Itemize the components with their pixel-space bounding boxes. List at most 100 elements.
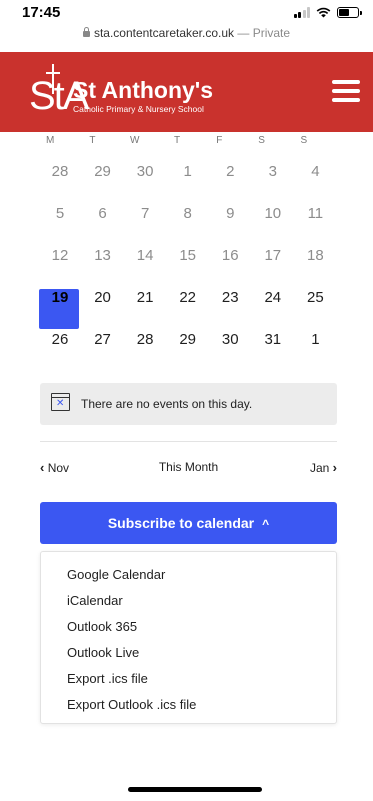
calendar-day[interactable]: 9 (209, 198, 252, 240)
calendar-day-number: 17 (264, 247, 282, 264)
calendar-day-number: 26 (51, 331, 69, 348)
site-subtitle: Catholic Primary & Nursery School (73, 104, 204, 114)
calendar-day[interactable]: 17 (252, 240, 295, 282)
logo-text[interactable]: St Anthony's Catholic Primary & Nursery … (73, 77, 213, 115)
calendar-day[interactable]: 8 (167, 198, 210, 240)
calendar-day[interactable]: 26 (39, 324, 82, 366)
this-month-link[interactable]: This Month (40, 460, 337, 474)
calendar-day[interactable]: 24 (252, 282, 295, 324)
calendar-day[interactable]: 23 (209, 282, 252, 324)
calendar-day[interactable]: 30 (209, 324, 252, 366)
subscribe-to-calendar-button[interactable]: Subscribe to calendar ^ (40, 502, 337, 544)
calendar-day-number: 7 (140, 205, 150, 222)
calendar-day-number: 15 (179, 247, 197, 264)
calendar-day[interactable]: 18 (294, 240, 337, 282)
calendar-day[interactable]: 1 (294, 324, 337, 366)
calendar-day-number: 4 (311, 163, 320, 180)
calendar-day-number: 14 (136, 247, 154, 264)
site-header: StA St Anthony's Catholic Primary & Nurs… (0, 52, 373, 132)
url-domain: sta.contentcaretaker.co.uk (93, 26, 235, 40)
calendar-day[interactable]: 28 (124, 324, 167, 366)
subscribe-option-icalendar[interactable]: iCalendar (67, 593, 123, 608)
calendar-day-number: 1 (183, 163, 192, 180)
calendar-day[interactable]: 2 (209, 156, 252, 198)
calendar-day[interactable]: 12 (39, 240, 82, 282)
next-month-label: Jan (309, 461, 330, 475)
calendar-day-number: 1 (311, 331, 320, 348)
subscribe-dropdown: Google Calendar iCalendar Outlook 365 Ou… (40, 551, 337, 724)
calendar-day-number: 20 (94, 289, 111, 306)
calendar-day[interactable]: 31 (252, 324, 295, 366)
calendar-day-number: 28 (136, 331, 154, 348)
calendar-day-number: 11 (307, 205, 324, 222)
calendar-day-number: 25 (307, 289, 324, 306)
calendar-day-number: 16 (221, 247, 239, 264)
subscribe-option-export-outlook-ics[interactable]: Export Outlook .ics file (67, 697, 196, 712)
calendar-day[interactable]: 6 (82, 198, 125, 240)
calendar-day[interactable]: 25 (294, 282, 337, 324)
calendar-day-number: 29 (179, 331, 197, 348)
calendar-day[interactable]: 29 (82, 156, 125, 198)
calendar-day[interactable]: 22 (167, 282, 210, 324)
url-bar[interactable]: sta.contentcaretaker.co.uk — Private (0, 26, 373, 48)
calendar-day-number: 8 (183, 205, 192, 222)
calendar-day-number: 22 (179, 289, 197, 306)
calendar-day[interactable]: 21 (124, 282, 167, 324)
battery-icon (337, 7, 362, 18)
calendar-day-number: 13 (94, 247, 111, 264)
divider (40, 441, 337, 442)
calendar-day[interactable]: 10 (252, 198, 295, 240)
calendar-day[interactable]: 15 (167, 240, 210, 282)
subscribe-option-export-ics[interactable]: Export .ics file (67, 671, 148, 686)
subscribe-option-outlook-live[interactable]: Outlook Live (67, 645, 139, 660)
calendar-day[interactable]: 16 (209, 240, 252, 282)
weekday-label: S (300, 135, 308, 146)
calendar-week: 12 13 14 15 16 17 18 (39, 240, 337, 282)
next-month-link[interactable]: Jan › (310, 460, 337, 475)
calendar-day-number: 31 (264, 331, 282, 348)
subscribe-option-outlook-365[interactable]: Outlook 365 (67, 619, 137, 634)
calendar-day[interactable]: 30 (124, 156, 167, 198)
calendar-day-number: 19 (51, 289, 69, 306)
calendar-day[interactable]: 13 (82, 240, 125, 282)
signal-icon (293, 7, 310, 18)
calendar-grid: 28 29 30 1 2 3 4 5 6 7 8 9 10 11 12 13 14 15 16 17 18 19 20 21 2… (39, 156, 337, 366)
calendar-day-number: 24 (264, 289, 282, 306)
site-title: St Anthony's (73, 77, 214, 103)
calendar-day-number: 18 (307, 247, 324, 264)
hamburger-menu-button[interactable] (332, 80, 360, 102)
calendar-day-today[interactable]: 19 (39, 282, 82, 324)
calendar-day[interactable]: 4 (294, 156, 337, 198)
calendar-week: 19 20 21 22 23 24 25 (39, 282, 337, 324)
lock-icon (82, 27, 90, 37)
calendar-day[interactable]: 29 (167, 324, 210, 366)
no-events-message: There are no events on this day. (81, 397, 253, 411)
chevron-up-icon: ^ (262, 517, 270, 531)
subscribe-label: Subscribe to calendar (107, 515, 255, 531)
calendar-day[interactable]: 28 (39, 156, 82, 198)
calendar-week: 26 27 28 29 30 31 1 (39, 324, 337, 366)
calendar-day[interactable]: 5 (39, 198, 82, 240)
home-indicator (128, 787, 262, 792)
calendar-day-number: 2 (226, 163, 235, 180)
calendar-day-number: 21 (136, 289, 154, 306)
calendar-day-number: 29 (94, 163, 111, 180)
calendar-day[interactable]: 7 (124, 198, 167, 240)
calendar-day[interactable]: 3 (252, 156, 295, 198)
calendar-day[interactable]: 20 (82, 282, 125, 324)
calendar-day-number: 3 (268, 163, 277, 180)
calendar-day-number: 27 (94, 331, 111, 348)
calendar-day[interactable]: 1 (167, 156, 210, 198)
no-events-notice: ✕ There are no events on this day. (40, 383, 337, 425)
calendar-day[interactable]: 11 (294, 198, 337, 240)
calendar-day[interactable]: 14 (124, 240, 167, 282)
calendar-week: 28 29 30 1 2 3 4 (39, 156, 337, 198)
calendar-day[interactable]: 27 (82, 324, 125, 366)
calendar-day-number: 30 (221, 331, 239, 348)
chevron-right-icon: › (332, 460, 337, 475)
status-time: 17:45 (22, 4, 61, 21)
url-private-label: — Private (234, 26, 291, 40)
calendar-day-number: 10 (264, 205, 282, 222)
subscribe-option-google-calendar[interactable]: Google Calendar (67, 567, 165, 582)
calendar-day-number: 23 (221, 289, 239, 306)
